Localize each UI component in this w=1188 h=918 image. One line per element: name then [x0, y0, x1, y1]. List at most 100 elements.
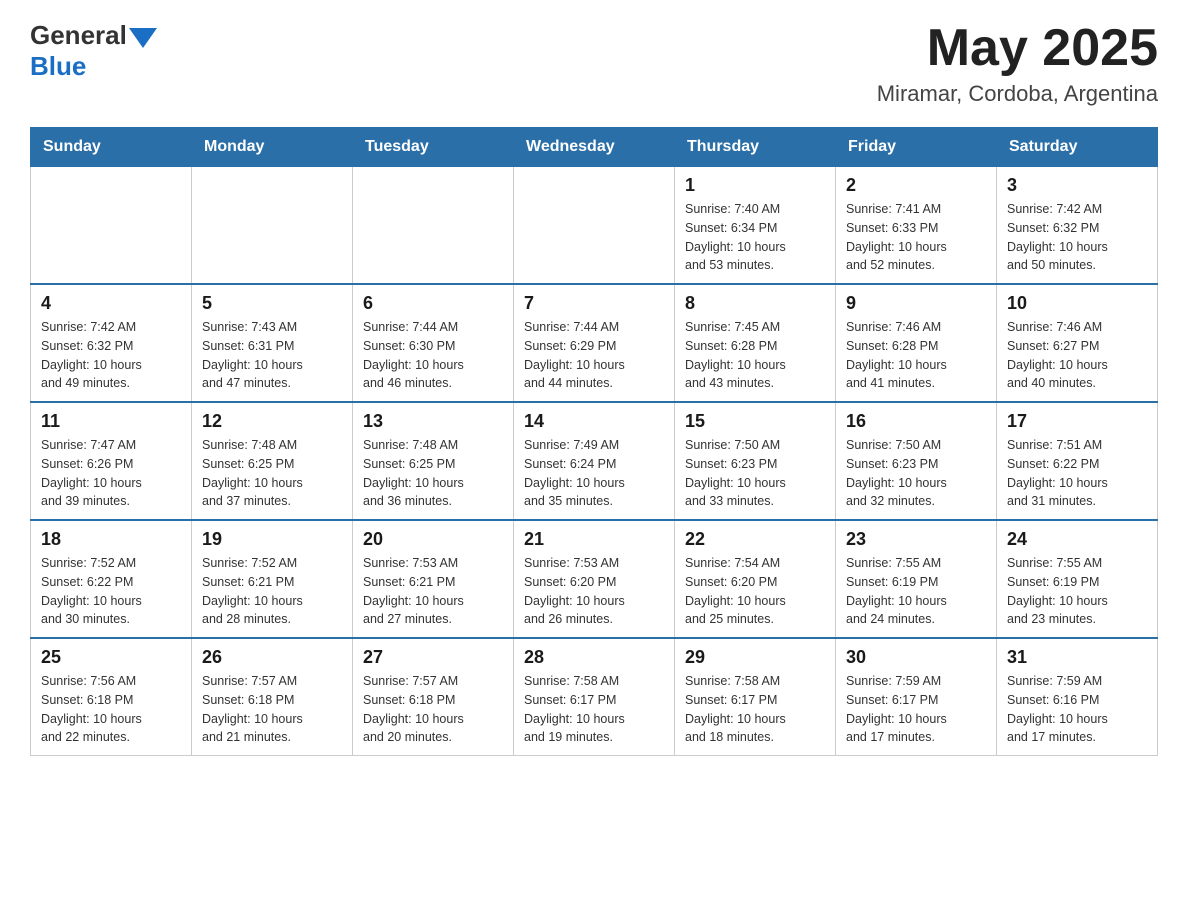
logo-general-text: General	[30, 20, 127, 51]
calendar-cell: 25 Sunrise: 7:56 AMSunset: 6:18 PMDayligh…	[31, 638, 192, 756]
day-info: Sunrise: 7:40 AMSunset: 6:34 PMDaylight:…	[685, 200, 825, 275]
calendar-cell: 31 Sunrise: 7:59 AMSunset: 6:16 PMDayligh…	[997, 638, 1158, 756]
day-number: 19	[202, 529, 342, 550]
day-info: Sunrise: 7:46 AMSunset: 6:28 PMDaylight:…	[846, 318, 986, 393]
calendar-cell: 7 Sunrise: 7:44 AMSunset: 6:29 PMDaylight…	[514, 284, 675, 402]
day-info: Sunrise: 7:57 AMSunset: 6:18 PMDaylight:…	[202, 672, 342, 747]
day-number: 11	[41, 411, 181, 432]
calendar-cell: 16 Sunrise: 7:50 AMSunset: 6:23 PMDayligh…	[836, 402, 997, 520]
calendar-cell: 18Sunrise: 7:52 AMSunset: 6:22 PMDayligh…	[31, 520, 192, 638]
weekday-header-saturday: Saturday	[997, 128, 1158, 167]
day-info: Sunrise: 7:53 AMSunset: 6:21 PMDaylight:…	[363, 554, 503, 629]
day-info: Sunrise: 7:59 AMSunset: 6:17 PMDaylight:…	[846, 672, 986, 747]
week-row-4: 18Sunrise: 7:52 AMSunset: 6:22 PMDayligh…	[31, 520, 1158, 638]
calendar-cell: 1 Sunrise: 7:40 AMSunset: 6:34 PMDaylight…	[675, 167, 836, 285]
day-number: 17	[1007, 411, 1147, 432]
weekday-header-row: SundayMondayTuesdayWednesdayThursdayFrid…	[31, 128, 1158, 167]
day-info: Sunrise: 7:50 AMSunset: 6:23 PMDaylight:…	[846, 436, 986, 511]
calendar-cell: 17 Sunrise: 7:51 AMSunset: 6:22 PMDayligh…	[997, 402, 1158, 520]
day-info: Sunrise: 7:49 AMSunset: 6:24 PMDaylight:…	[524, 436, 664, 511]
day-info: Sunrise: 7:46 AMSunset: 6:27 PMDaylight:…	[1007, 318, 1147, 393]
calendar-cell: 22 Sunrise: 7:54 AMSunset: 6:20 PMDayligh…	[675, 520, 836, 638]
day-number: 21	[524, 529, 664, 550]
day-number: 3	[1007, 175, 1147, 196]
calendar-cell: 8Sunrise: 7:45 AMSunset: 6:28 PMDaylight…	[675, 284, 836, 402]
calendar-cell: 2 Sunrise: 7:41 AMSunset: 6:33 PMDaylight…	[836, 167, 997, 285]
day-info: Sunrise: 7:55 AMSunset: 6:19 PMDaylight:…	[846, 554, 986, 629]
day-number: 1	[685, 175, 825, 196]
title-section: May 2025 Miramar, Cordoba, Argentina	[877, 20, 1158, 107]
calendar-cell: 12 Sunrise: 7:48 AMSunset: 6:25 PMDayligh…	[192, 402, 353, 520]
calendar-cell: 20 Sunrise: 7:53 AMSunset: 6:21 PMDayligh…	[353, 520, 514, 638]
logo-triangle-icon	[129, 28, 157, 48]
day-number: 30	[846, 647, 986, 668]
calendar-cell: 26Sunrise: 7:57 AMSunset: 6:18 PMDayligh…	[192, 638, 353, 756]
calendar-table: SundayMondayTuesdayWednesdayThursdayFrid…	[30, 127, 1158, 756]
day-info: Sunrise: 7:51 AMSunset: 6:22 PMDaylight:…	[1007, 436, 1147, 511]
calendar-cell: 13 Sunrise: 7:48 AMSunset: 6:25 PMDayligh…	[353, 402, 514, 520]
weekday-header-friday: Friday	[836, 128, 997, 167]
calendar-cell: 9 Sunrise: 7:46 AMSunset: 6:28 PMDaylight…	[836, 284, 997, 402]
weekday-header-monday: Monday	[192, 128, 353, 167]
week-row-2: 4Sunrise: 7:42 AMSunset: 6:32 PMDaylight…	[31, 284, 1158, 402]
day-info: Sunrise: 7:48 AMSunset: 6:25 PMDaylight:…	[202, 436, 342, 511]
day-number: 12	[202, 411, 342, 432]
day-number: 7	[524, 293, 664, 314]
week-row-3: 11 Sunrise: 7:47 AMSunset: 6:26 PMDayligh…	[31, 402, 1158, 520]
weekday-header-tuesday: Tuesday	[353, 128, 514, 167]
calendar-cell: 23 Sunrise: 7:55 AMSunset: 6:19 PMDayligh…	[836, 520, 997, 638]
day-info: Sunrise: 7:50 AMSunset: 6:23 PMDaylight:…	[685, 436, 825, 511]
calendar-cell: 4Sunrise: 7:42 AMSunset: 6:32 PMDaylight…	[31, 284, 192, 402]
calendar-cell	[353, 167, 514, 285]
day-number: 6	[363, 293, 503, 314]
calendar-cell: 6Sunrise: 7:44 AMSunset: 6:30 PMDaylight…	[353, 284, 514, 402]
month-title: May 2025	[877, 20, 1158, 77]
logo: General Blue	[30, 20, 157, 82]
weekday-header-wednesday: Wednesday	[514, 128, 675, 167]
day-number: 23	[846, 529, 986, 550]
day-info: Sunrise: 7:45 AMSunset: 6:28 PMDaylight:…	[685, 318, 825, 393]
day-number: 14	[524, 411, 664, 432]
day-info: Sunrise: 7:54 AMSunset: 6:20 PMDaylight:…	[685, 554, 825, 629]
day-info: Sunrise: 7:53 AMSunset: 6:20 PMDaylight:…	[524, 554, 664, 629]
calendar-cell: 19 Sunrise: 7:52 AMSunset: 6:21 PMDayligh…	[192, 520, 353, 638]
day-number: 2	[846, 175, 986, 196]
day-number: 15	[685, 411, 825, 432]
calendar-cell: 29Sunrise: 7:58 AMSunset: 6:17 PMDayligh…	[675, 638, 836, 756]
day-number: 16	[846, 411, 986, 432]
day-number: 20	[363, 529, 503, 550]
day-info: Sunrise: 7:56 AMSunset: 6:18 PMDaylight:…	[41, 672, 181, 747]
day-number: 13	[363, 411, 503, 432]
calendar-cell: 21 Sunrise: 7:53 AMSunset: 6:20 PMDayligh…	[514, 520, 675, 638]
calendar-cell	[192, 167, 353, 285]
day-number: 9	[846, 293, 986, 314]
calendar-cell: 27Sunrise: 7:57 AMSunset: 6:18 PMDayligh…	[353, 638, 514, 756]
page-header: General Blue May 2025 Miramar, Cordoba, …	[30, 20, 1158, 107]
day-info: Sunrise: 7:48 AMSunset: 6:25 PMDaylight:…	[363, 436, 503, 511]
day-info: Sunrise: 7:42 AMSunset: 6:32 PMDaylight:…	[1007, 200, 1147, 275]
week-row-1: 1 Sunrise: 7:40 AMSunset: 6:34 PMDaylight…	[31, 167, 1158, 285]
calendar-cell: 3 Sunrise: 7:42 AMSunset: 6:32 PMDaylight…	[997, 167, 1158, 285]
day-info: Sunrise: 7:41 AMSunset: 6:33 PMDaylight:…	[846, 200, 986, 275]
day-info: Sunrise: 7:59 AMSunset: 6:16 PMDaylight:…	[1007, 672, 1147, 747]
calendar-cell: 15 Sunrise: 7:50 AMSunset: 6:23 PMDayligh…	[675, 402, 836, 520]
day-number: 25	[41, 647, 181, 668]
day-info: Sunrise: 7:47 AMSunset: 6:26 PMDaylight:…	[41, 436, 181, 511]
day-info: Sunrise: 7:57 AMSunset: 6:18 PMDaylight:…	[363, 672, 503, 747]
location-title: Miramar, Cordoba, Argentina	[877, 81, 1158, 107]
day-info: Sunrise: 7:42 AMSunset: 6:32 PMDaylight:…	[41, 318, 181, 393]
calendar-cell	[31, 167, 192, 285]
weekday-header-thursday: Thursday	[675, 128, 836, 167]
day-number: 22	[685, 529, 825, 550]
calendar-cell: 10 Sunrise: 7:46 AMSunset: 6:27 PMDayligh…	[997, 284, 1158, 402]
day-info: Sunrise: 7:52 AMSunset: 6:21 PMDaylight:…	[202, 554, 342, 629]
day-number: 28	[524, 647, 664, 668]
day-number: 10	[1007, 293, 1147, 314]
calendar-cell: 5Sunrise: 7:43 AMSunset: 6:31 PMDaylight…	[192, 284, 353, 402]
logo-blue-text: Blue	[30, 51, 86, 82]
calendar-cell: 30 Sunrise: 7:59 AMSunset: 6:17 PMDayligh…	[836, 638, 997, 756]
day-info: Sunrise: 7:43 AMSunset: 6:31 PMDaylight:…	[202, 318, 342, 393]
calendar-cell	[514, 167, 675, 285]
day-info: Sunrise: 7:44 AMSunset: 6:29 PMDaylight:…	[524, 318, 664, 393]
day-number: 31	[1007, 647, 1147, 668]
